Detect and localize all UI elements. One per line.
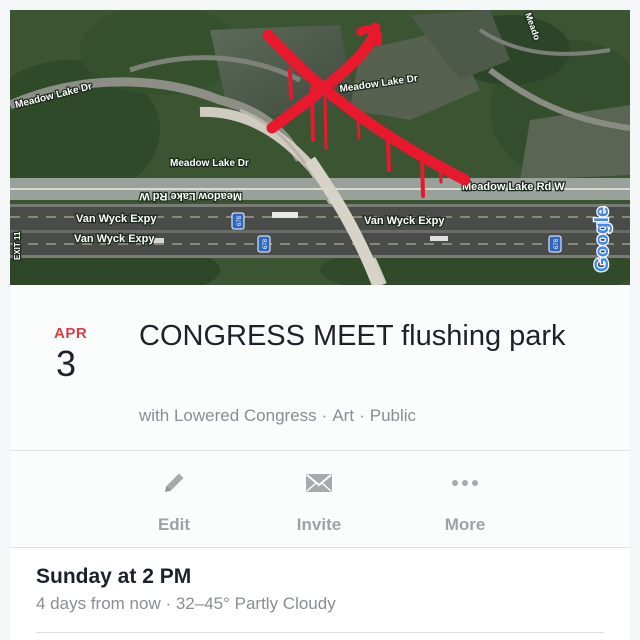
event-header: APR 3 CONGRESS MEET flushing park with L… xyxy=(10,285,630,450)
event-title: CONGRESS MEET flushing park xyxy=(139,320,566,352)
road-label-van-wyck-expy: Van Wyck Expy xyxy=(74,233,155,245)
road-label-meadow-lake-rd-w: Meadow Lake Rd W xyxy=(462,181,565,193)
edit-button[interactable]: Edit xyxy=(114,469,234,535)
event-card: Meadow Lake Dr Meadow Lake Dr Meadow Lak… xyxy=(10,10,630,640)
svg-text:678: 678 xyxy=(237,215,243,226)
road-label-exit: EXIT 11 xyxy=(13,231,22,260)
separator: · xyxy=(321,406,328,425)
event-subtitle: with Lowered Congress · Art · Public xyxy=(139,406,416,426)
road-label-van-wyck-expy: Van Wyck Expy xyxy=(364,215,445,227)
route-shield-icon: 678 xyxy=(231,212,245,230)
invite-button[interactable]: Invite xyxy=(259,469,379,535)
svg-text:678: 678 xyxy=(554,238,560,249)
more-dots-icon xyxy=(452,480,478,486)
satellite-map: Meadow Lake Dr Meadow Lake Dr Meadow Lak… xyxy=(10,10,630,285)
event-cover-map[interactable]: Meadow Lake Dr Meadow Lake Dr Meadow Lak… xyxy=(10,10,630,285)
event-time-detail: 4 days from now · 32–45° Partly Cloudy xyxy=(36,594,336,613)
envelope-icon xyxy=(306,474,332,492)
svg-text:678: 678 xyxy=(263,238,269,249)
more-button-label: More xyxy=(444,515,486,534)
event-date-day: 3 xyxy=(56,343,77,384)
event-time-row[interactable]: Sunday at 2 PM 4 days from now · 32–45° … xyxy=(10,548,630,640)
event-date-month: APR xyxy=(54,325,88,342)
invite-button-label: Invite xyxy=(296,515,342,534)
divider xyxy=(36,632,604,633)
pencil-icon xyxy=(165,473,184,492)
route-shield-icon: 678 xyxy=(548,235,562,253)
event-category[interactable]: Art xyxy=(332,406,354,425)
more-button[interactable]: More xyxy=(405,469,525,535)
event-host[interactable]: with Lowered Congress xyxy=(139,406,317,425)
separator: · xyxy=(359,406,365,425)
road-label-meadow-lake-dr: Meadow Lake Dr xyxy=(170,158,249,169)
edit-button-label: Edit xyxy=(157,515,191,534)
road-label-van-wyck-expy: Van Wyck Expy xyxy=(76,213,157,225)
event-privacy: Public xyxy=(369,406,417,425)
road-label-meadow-lake-rd-w: Meadow Lake Rd W xyxy=(139,190,242,202)
event-time: Sunday at 2 PM xyxy=(36,565,192,588)
route-shield-icon: 678 xyxy=(257,235,271,253)
event-actions-bar: Edit Invite More xyxy=(10,451,630,547)
google-watermark-logo: Google xyxy=(592,207,613,272)
